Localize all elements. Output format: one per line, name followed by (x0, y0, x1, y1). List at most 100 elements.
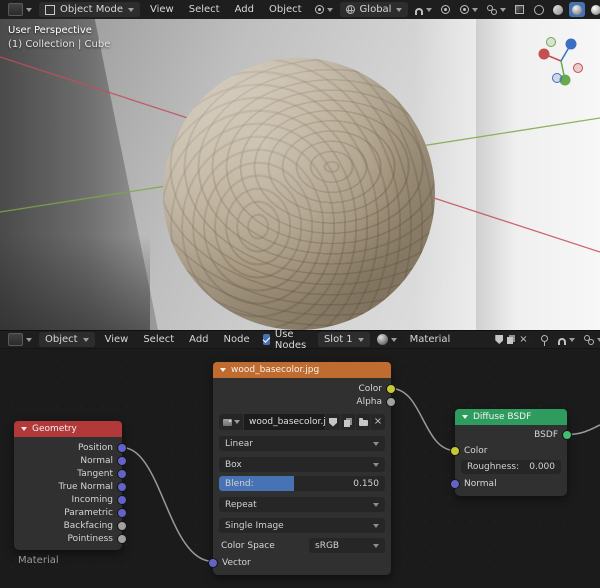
snap-toggle[interactable] (412, 2, 435, 17)
chevron-down-icon (396, 8, 402, 12)
chevron-down-icon (26, 8, 32, 12)
wireframe-shading-icon (534, 5, 544, 15)
chevron-down-icon (569, 338, 575, 342)
pin-toggle[interactable] (538, 332, 551, 347)
use-nodes-label: Use Nodes (275, 329, 310, 351)
image-texture-node-header[interactable]: wood_basecolor.jpg (213, 362, 391, 378)
socket-alpha-output[interactable] (386, 397, 396, 407)
use-nodes-toggle[interactable]: Use Nodes (258, 329, 315, 351)
shading-solid-button[interactable] (550, 2, 566, 17)
menu-view[interactable]: View (98, 333, 136, 346)
chevron-down-icon (472, 8, 478, 12)
image-texture-node[interactable]: wood_basecolor.jpg Color Alpha wood_base… (213, 362, 391, 575)
color-space-row: Color Space sRGB (219, 538, 385, 553)
browse-image-dropdown[interactable] (219, 414, 243, 430)
scene-object-sphere[interactable] (163, 58, 435, 330)
output-parametric: Parametric (14, 506, 122, 519)
geometry-node-header[interactable]: Geometry (14, 421, 122, 437)
output-tangent: Tangent (14, 467, 122, 480)
extension-dropdown[interactable]: Repeat (219, 497, 385, 512)
menu-object[interactable]: Object (262, 3, 309, 16)
color-space-label: Color Space (219, 541, 309, 551)
image-open-button[interactable] (356, 414, 370, 430)
orientation-dropdown[interactable]: Global (340, 2, 409, 17)
socket-position-output[interactable] (117, 443, 127, 453)
diffuse-bsdf-node[interactable]: Diffuse BSDF BSDF Color Roughness: 0.000… (455, 409, 567, 496)
socket-color-output[interactable] (386, 384, 396, 394)
roughness-slider[interactable]: Roughness: 0.000 (461, 460, 561, 474)
unlink-material-icon[interactable]: × (519, 335, 527, 345)
unlink-icon: × (374, 417, 382, 427)
checkbox-checked-icon (263, 334, 270, 345)
material-slot-dropdown[interactable]: Slot 1 (318, 332, 370, 347)
socket-vector-input[interactable] (208, 558, 218, 568)
proportional-editing-icon (441, 5, 450, 14)
source-dropdown[interactable]: Single Image (219, 518, 385, 533)
geometry-node[interactable]: Geometry Position Normal Tangent True No… (14, 421, 122, 550)
interpolation-dropdown[interactable]: Linear (219, 436, 385, 451)
collapse-triangle-icon[interactable] (462, 415, 468, 419)
menu-add[interactable]: Add (182, 333, 215, 346)
fake-user-shield-icon (329, 418, 337, 427)
fake-user-shield-icon[interactable] (495, 335, 503, 344)
transform-pivot-dropdown[interactable] (312, 2, 336, 17)
menu-node[interactable]: Node (217, 333, 257, 346)
mode-dropdown[interactable]: Object Mode (39, 2, 140, 17)
node-snap-toggle[interactable] (555, 332, 578, 347)
chevron-down-icon (373, 442, 379, 446)
chevron-down-icon (373, 524, 379, 528)
collapse-triangle-icon[interactable] (220, 368, 226, 372)
menu-view[interactable]: View (143, 3, 181, 16)
socket-pointiness-output[interactable] (117, 534, 127, 544)
collapse-triangle-icon[interactable] (21, 427, 27, 431)
node-title: Diffuse BSDF (473, 412, 531, 422)
image-icon (223, 419, 232, 426)
socket-color-input[interactable] (450, 446, 460, 456)
navigation-gizmo[interactable] (530, 29, 592, 91)
menu-select[interactable]: Select (136, 333, 181, 346)
material-preview-shading-icon (572, 5, 582, 15)
socket-normal-output[interactable] (117, 456, 127, 466)
pivot-point-icon (315, 5, 324, 14)
shading-wireframe-button[interactable] (531, 2, 547, 17)
material-name-field[interactable]: Material × (404, 332, 534, 347)
3d-viewport[interactable]: User Perspective (1) Collection | Cube (0, 19, 600, 330)
menu-add[interactable]: Add (228, 3, 261, 16)
socket-normal-input[interactable] (450, 479, 460, 489)
socket-true-normal-output[interactable] (117, 482, 127, 492)
shader-type-dropdown[interactable]: Object (39, 332, 95, 347)
diffuse-bsdf-node-header[interactable]: Diffuse BSDF (455, 409, 567, 425)
rendered-shading-icon (591, 5, 600, 15)
show-gizmo-toggle[interactable] (457, 2, 481, 17)
blend-slider[interactable]: Blend: 0.150 (219, 476, 385, 491)
proportional-editing-toggle[interactable] (438, 2, 453, 17)
chevron-down-icon (391, 338, 397, 342)
socket-tangent-output[interactable] (117, 469, 127, 479)
image-unlink-button[interactable]: × (371, 414, 385, 430)
menu-select[interactable]: Select (182, 3, 227, 16)
chevron-down-icon (327, 8, 333, 12)
image-name-field[interactable]: wood_basecolor.jpg (244, 414, 325, 430)
node-title: wood_basecolor.jpg (231, 365, 319, 375)
socket-parametric-output[interactable] (117, 508, 127, 518)
socket-incoming-output[interactable] (117, 495, 127, 505)
editor-type-selector[interactable] (5, 332, 35, 347)
pin-icon (541, 335, 548, 342)
image-fake-user-button[interactable] (326, 414, 340, 430)
show-overlays-toggle[interactable] (484, 2, 509, 17)
shading-material-preview-button[interactable] (569, 2, 585, 17)
color-space-dropdown[interactable]: sRGB (309, 538, 385, 553)
image-duplicate-button[interactable] (341, 414, 355, 430)
socket-backfacing-output[interactable] (117, 521, 127, 531)
node-overlays-toggle[interactable] (581, 332, 600, 347)
browse-material-dropdown[interactable] (374, 332, 400, 347)
shading-rendered-button[interactable] (588, 2, 600, 17)
socket-bsdf-output[interactable] (562, 430, 572, 440)
xray-toggle[interactable] (512, 2, 527, 17)
projection-dropdown[interactable]: Box (219, 457, 385, 472)
shader-node-editor[interactable]: Geometry Position Normal Tangent True No… (0, 349, 600, 588)
editor-type-selector[interactable] (5, 2, 35, 17)
input-vector: Vector (213, 556, 391, 569)
duplicate-material-icon[interactable] (507, 337, 513, 344)
chevron-down-icon (128, 8, 134, 12)
